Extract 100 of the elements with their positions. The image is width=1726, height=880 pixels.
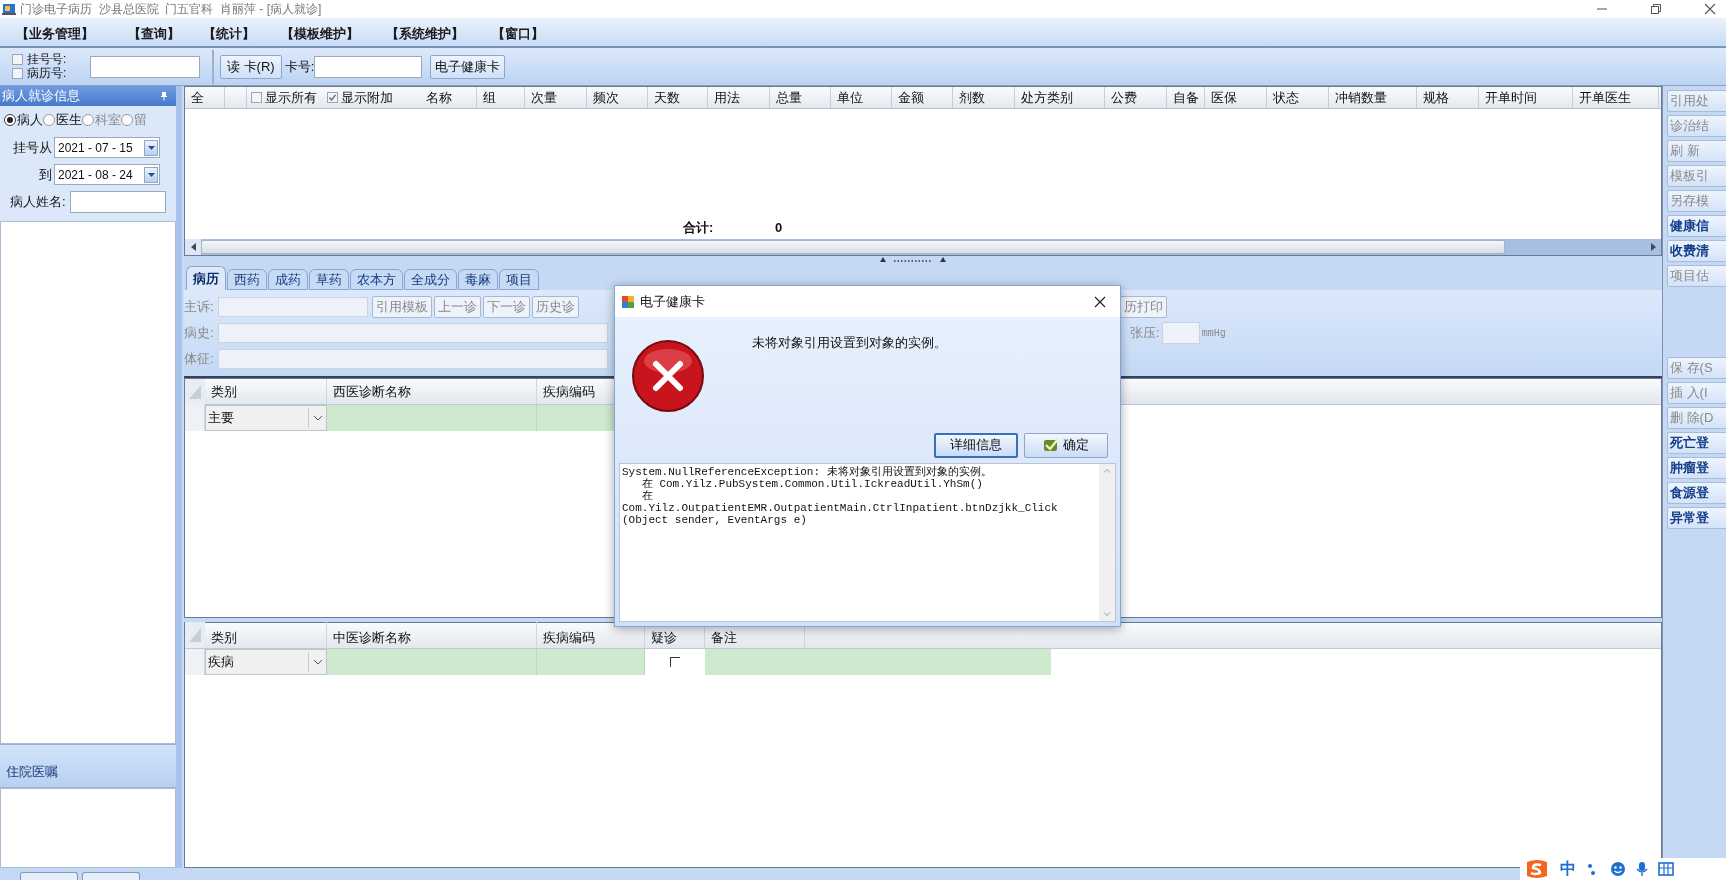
tab[interactable]: 农本方 [350, 269, 403, 290]
column-header[interactable]: 自备 [1167, 87, 1205, 108]
tab[interactable]: 毒麻 [458, 269, 498, 290]
field-label: 主诉: [184, 298, 215, 317]
tab[interactable]: 草药 [309, 269, 349, 290]
unit-label: mmHg [1201, 326, 1226, 341]
total-value: 0 [775, 218, 783, 237]
column-header[interactable]: 中医诊断名称 [327, 622, 537, 648]
tab[interactable]: 全成分 [404, 269, 457, 290]
column-header[interactable]: 开单时间 [1479, 87, 1573, 108]
column-header[interactable]: 总量 [770, 87, 831, 108]
signs-field[interactable] [218, 349, 608, 369]
splitter-handle-icon [880, 257, 946, 265]
details-button[interactable]: 详细信息 [934, 432, 1018, 458]
radio-option[interactable]: 病人 [4, 110, 43, 130]
error-details-line: (Object sender, EventArgs e) [622, 514, 807, 526]
close-icon [1094, 295, 1106, 308]
scroll-right-icon [1650, 243, 1656, 251]
column-header[interactable]: 类别 [205, 622, 327, 648]
row-header[interactable] [185, 649, 205, 675]
row-header[interactable] [185, 405, 205, 431]
menu-item[interactable]: 【业务管理】 [10, 24, 100, 44]
menu-item[interactable]: 【模板维护】 [275, 24, 365, 44]
history-field[interactable] [218, 323, 608, 343]
card-number-field[interactable] [314, 55, 423, 78]
complaint-field[interactable] [218, 297, 368, 317]
column-header[interactable]: 组 [477, 87, 525, 108]
column-header[interactable]: 天数 [648, 87, 708, 108]
checkbox[interactable] [670, 657, 680, 667]
column-header[interactable]: 公费 [1105, 87, 1167, 108]
column-header[interactable]: 冲销数量 [1329, 87, 1417, 108]
panel-title: 住院医嘱 [6, 762, 58, 781]
patient-name-field[interactable] [69, 190, 166, 213]
field-label: 病史: [184, 324, 215, 343]
column-header[interactable]: 西医诊断名称 [327, 379, 537, 404]
health-card-button[interactable]: 电子健康卡 [430, 54, 506, 79]
checkbox[interactable] [327, 92, 338, 103]
scroll-left-icon [190, 243, 196, 251]
app-icon [621, 294, 635, 309]
error-icon [631, 339, 705, 413]
column-header[interactable]: 次量 [525, 87, 587, 108]
field-label: 挂号从 [13, 138, 52, 157]
panel-title: 病人就诊信息 [2, 87, 80, 106]
menu-item[interactable]: 【统计】 [197, 24, 261, 44]
dropdown[interactable]: 疾病 [205, 649, 327, 675]
side-button[interactable]: 死亡登 [1667, 432, 1726, 454]
error-details-line: Com.Yilz.OutpatientEMR.OutpatientMain.CtrlInpatient.btnDzjkk_Click [622, 502, 1058, 514]
ok-button[interactable]: 确定 [1024, 432, 1108, 458]
record-number-field[interactable] [90, 55, 200, 78]
column-header[interactable]: 名称 [420, 87, 477, 108]
dropdown[interactable]: 主要 [205, 405, 327, 431]
scrollbar-thumb[interactable] [201, 240, 1505, 254]
checkbox-label: 显示附加 [341, 88, 393, 107]
blood-pressure-field[interactable] [1161, 322, 1200, 344]
date-field[interactable]: 2021 - 07 - 15 [54, 137, 160, 158]
read-card-button[interactable]: 读 卡(R) [220, 54, 282, 79]
checkbox[interactable] [12, 68, 23, 79]
check-icon [328, 93, 337, 102]
column-header[interactable]: 处方类别 [1015, 87, 1105, 108]
chevron-down-icon [312, 659, 323, 665]
tab[interactable]: 病历 [186, 266, 226, 290]
menu-item[interactable]: 【窗口】 [486, 24, 550, 44]
tab[interactable]: 项目 [499, 269, 539, 290]
error-details-line: 在 [640, 490, 653, 502]
column-header[interactable]: 全 [185, 87, 225, 108]
field-label: 张压: [1130, 324, 1160, 343]
side-button[interactable]: 收费清 [1667, 240, 1726, 262]
column-header[interactable]: 开单医生 [1573, 87, 1659, 108]
radio-option[interactable]: 医生 [43, 110, 82, 130]
side-button[interactable]: 异常登 [1667, 507, 1726, 529]
column-header[interactable]: 金额 [892, 87, 953, 108]
column-header[interactable]: 规格 [1417, 87, 1479, 108]
side-button[interactable]: 食源登 [1667, 482, 1726, 504]
date-field[interactable]: 2021 - 08 - 24 [54, 164, 160, 185]
button[interactable] [82, 872, 140, 880]
column-header[interactable]: 医保 [1205, 87, 1267, 108]
tab[interactable]: 西药 [227, 269, 267, 290]
menu-item[interactable]: 【系统维护】 [380, 24, 470, 44]
scroll-down-icon [1103, 612, 1111, 617]
field-label: 体征: [184, 350, 215, 369]
dropdown-icon [147, 145, 155, 150]
button[interactable] [20, 872, 78, 880]
microphone-icon [1636, 861, 1648, 877]
side-button[interactable]: 肿瘤登 [1667, 457, 1726, 479]
side-button[interactable]: 健康信 [1667, 215, 1726, 237]
tab[interactable]: 成药 [268, 269, 308, 290]
column-header[interactable]: 状态 [1267, 87, 1329, 108]
checkbox[interactable] [12, 54, 23, 65]
column-header[interactable]: 频次 [587, 87, 648, 108]
dialog-title: 电子健康卡 [640, 292, 705, 311]
column-header[interactable]: 类别 [205, 379, 327, 404]
dropdown-icon [147, 172, 155, 177]
column-header[interactable]: 剂数 [953, 87, 1015, 108]
total-label: 合计: [683, 218, 714, 237]
column-header[interactable]: 单位 [831, 87, 892, 108]
checkbox[interactable] [251, 92, 262, 103]
input-mode-toggle[interactable]: 中 [1560, 857, 1576, 880]
error-details-line: 在 Com.Yilz.PubSystem.Common.Util.IckreadUtil.YhSm() [641, 478, 983, 490]
menu-item[interactable]: 【查询】 [122, 24, 186, 44]
column-header[interactable]: 用法 [708, 87, 770, 108]
